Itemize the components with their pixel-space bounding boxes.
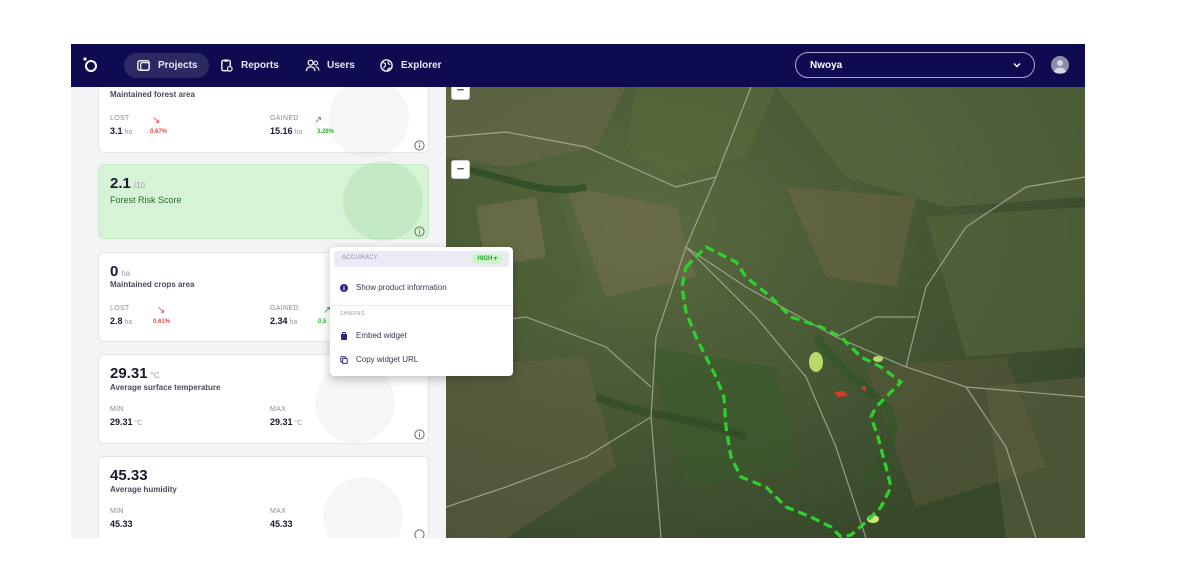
- humidity-value: 45.33: [110, 467, 148, 484]
- gauge-icon: [343, 161, 423, 241]
- gained-value: 2.34 ha: [270, 316, 298, 326]
- min-label: MIN: [110, 406, 124, 413]
- folder-icon: [137, 60, 150, 71]
- copy-widget-url-item[interactable]: Copy widget URL: [340, 355, 418, 364]
- nav-label: Users: [327, 60, 355, 71]
- menu-item-label: Embed widget: [356, 331, 407, 340]
- card-subtitle: Average surface temperature: [110, 383, 221, 392]
- humidity-card: 45.33 Average humidity MIN 45.33 MAX 45.…: [98, 456, 429, 538]
- clipboard-icon: [221, 59, 233, 72]
- project-select[interactable]: Nwoya: [795, 52, 1035, 78]
- min-value: 45.33: [110, 519, 133, 529]
- nav-explorer[interactable]: Explorer: [367, 53, 454, 78]
- nav-label: Projects: [158, 60, 198, 71]
- info-icon[interactable]: [414, 140, 425, 151]
- satellite-map[interactable]: − −: [446, 87, 1085, 538]
- info-filled-icon: [340, 283, 348, 292]
- map-imagery: [446, 87, 1085, 538]
- max-label: MAX: [270, 406, 287, 413]
- users-icon: [305, 59, 320, 72]
- droplet-percent-icon: [323, 477, 403, 538]
- max-value: 29.31 °C: [270, 417, 303, 427]
- nav-projects[interactable]: Projects: [124, 53, 210, 78]
- map-control-button[interactable]: −: [451, 160, 470, 179]
- risk-score: 2.1/10: [110, 175, 145, 192]
- card-subtitle: Maintained crops area: [110, 280, 195, 289]
- lost-value: 3.1 ha: [110, 126, 133, 136]
- lost-percent: 0.61%: [153, 319, 171, 325]
- card-subtitle: Average humidity: [110, 485, 177, 494]
- avatar[interactable]: [1051, 56, 1069, 74]
- temperature-value: 29.31 °C: [110, 365, 160, 382]
- widget-context-menu: ACCURACY HIGH ▾ Show product information…: [330, 247, 513, 376]
- gained-label: GAINED: [270, 115, 299, 122]
- copy-icon: [340, 355, 348, 364]
- sharing-section-label: SHARING: [340, 311, 365, 317]
- lost-percent: 0.67%: [150, 129, 168, 135]
- accuracy-label: ACCURACY: [342, 255, 379, 261]
- arrow-up-icon: ↗: [314, 115, 323, 126]
- gained-value: 15.16 ha: [270, 126, 303, 136]
- menu-item-label: Copy widget URL: [356, 355, 419, 364]
- accuracy-row: ACCURACY HIGH ▾: [334, 251, 509, 267]
- zoom-out-button[interactable]: −: [451, 87, 470, 100]
- min-value: 29.31 °C: [110, 417, 143, 427]
- arrow-down-icon: ↘: [157, 305, 166, 316]
- forest-area-card: Maintained forest area LOST ↘ 3.1 ha 0.67…: [98, 87, 429, 158]
- lost-label: LOST: [110, 305, 130, 312]
- logo-icon[interactable]: [81, 56, 99, 74]
- info-icon[interactable]: [414, 226, 425, 237]
- menu-item-label: Show product information: [356, 283, 447, 292]
- embed-icon: [341, 331, 347, 340]
- top-nav: Projects Reports Users Explorer Nwoya: [71, 44, 1085, 87]
- lost-label: LOST: [110, 115, 130, 122]
- divider: [330, 305, 513, 306]
- chevron-down-icon: [1013, 63, 1021, 68]
- info-icon[interactable]: [414, 429, 425, 440]
- nav-label: Reports: [241, 60, 279, 71]
- info-icon[interactable]: [414, 529, 425, 538]
- max-label: MAX: [270, 508, 287, 515]
- project-select-value: Nwoya: [810, 59, 843, 71]
- crops-value: 0 ha: [110, 263, 131, 280]
- user-avatar-icon: [1054, 60, 1066, 73]
- min-label: MIN: [110, 508, 124, 515]
- embed-widget-item[interactable]: Embed widget: [340, 331, 407, 340]
- lost-value: 2.8 ha: [110, 316, 133, 326]
- gained-percent: 0.5: [318, 319, 327, 325]
- app-window: Projects Reports Users Explorer Nwoya Ma…: [71, 44, 1085, 538]
- risk-label: Forest Risk Score: [110, 195, 182, 205]
- forest-risk-card: 2.1/10 Forest Risk Score: [98, 161, 429, 241]
- nav-reports[interactable]: Reports: [207, 53, 291, 78]
- nav-label: Explorer: [401, 60, 442, 71]
- gained-label: GAINED: [270, 305, 299, 312]
- max-value: 45.33: [270, 519, 293, 529]
- card-subtitle: Maintained forest area: [110, 90, 195, 99]
- nav-users[interactable]: Users: [293, 53, 367, 78]
- gained-percent: 3.28%: [317, 129, 335, 135]
- arrow-down-icon: ↘: [152, 115, 161, 126]
- show-product-info-item[interactable]: Show product information: [340, 283, 447, 292]
- accuracy-badge[interactable]: HIGH ▾: [471, 254, 503, 264]
- globe-icon: [380, 59, 393, 72]
- tree-icon: [329, 87, 409, 158]
